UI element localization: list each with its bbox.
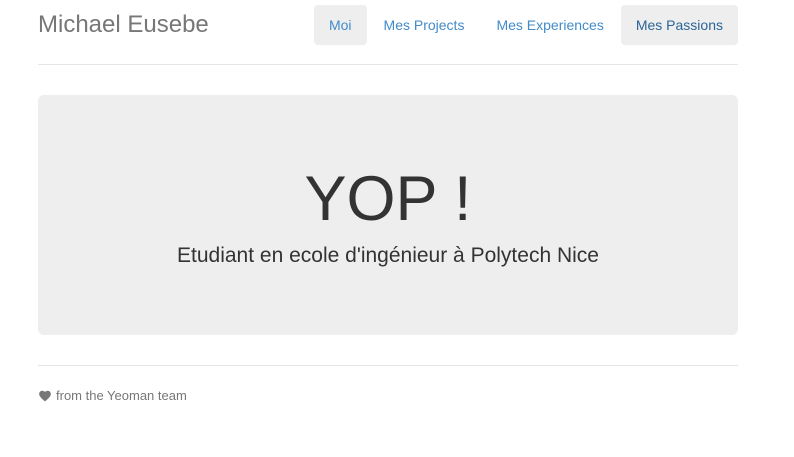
footer-text-row: from the Yeoman team	[38, 387, 187, 405]
heart-icon	[39, 390, 51, 402]
nav-link-passions[interactable]: Mes Passions	[620, 5, 738, 45]
nav-link-experiences[interactable]: Mes Experiences	[481, 5, 618, 45]
site-brand: Michael Eusebe	[38, 11, 209, 38]
jumbotron-title: YOP !	[304, 164, 472, 234]
nav-link-projects[interactable]: Mes Projects	[369, 5, 480, 45]
footer-text: from the Yeoman team	[56, 388, 187, 403]
nav-item-passions: Mes Passions	[620, 5, 738, 45]
jumbotron-subtitle: Etudiant en ecole d'ingénieur à Polytech…	[177, 244, 599, 267]
footer: from the Yeoman team	[38, 365, 738, 403]
nav-item-experiences: Mes Experiences	[481, 5, 618, 45]
jumbotron: YOP ! Etudiant en ecole d'ingénieur à Po…	[38, 95, 738, 335]
header: Michael Eusebe Moi Mes Projects Mes Expe…	[38, 0, 738, 65]
nav-item-moi: Moi	[313, 5, 367, 45]
nav-item-projects: Mes Projects	[369, 5, 480, 45]
page-container: Michael Eusebe Moi Mes Projects Mes Expe…	[38, 0, 738, 403]
main-nav: Moi Mes Projects Mes Experiences Mes Pas…	[312, 5, 738, 45]
nav-link-moi[interactable]: Moi	[313, 5, 367, 45]
